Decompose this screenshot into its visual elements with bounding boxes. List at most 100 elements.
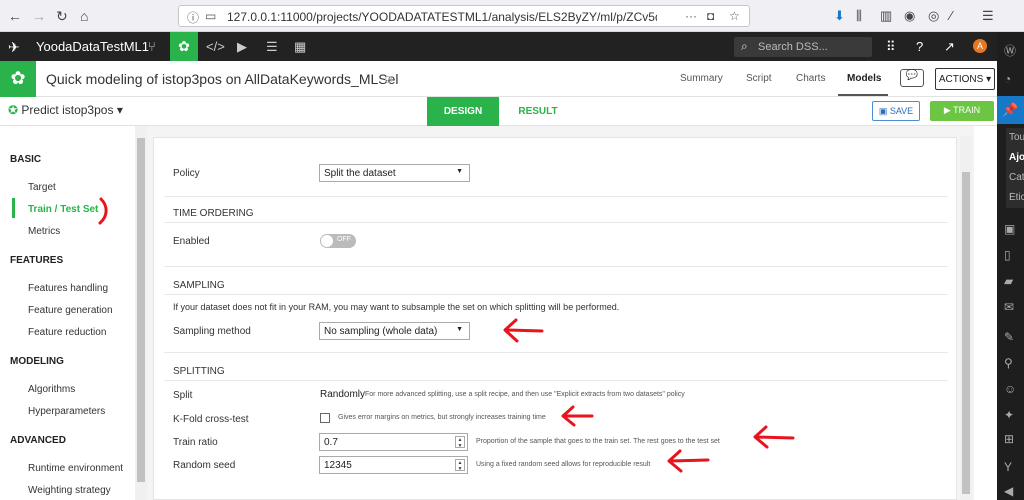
search-box[interactable]: ⌕ Search DSS...: [734, 37, 872, 57]
flow-icon[interactable]: ⑂: [148, 39, 156, 54]
nav-item-target[interactable]: Target: [28, 182, 56, 193]
nav-item-algorithms[interactable]: Algorithms: [28, 384, 75, 395]
pocket-icon[interactable]: ◘: [707, 9, 714, 23]
nav-selected-bar: [12, 198, 15, 218]
nav-item-feature-reduction[interactable]: Feature reduction: [28, 327, 106, 338]
collapse-icon[interactable]: ◀: [1004, 484, 1013, 498]
url-bar[interactable]: ⓘ ▭ 127.0.0.1:11000/projects/YOODADATATE…: [178, 5, 750, 27]
divider: [164, 266, 948, 267]
appearance-icon[interactable]: ✎: [1004, 330, 1014, 344]
time-ordering-toggle[interactable]: OFF: [320, 234, 356, 248]
user-icon[interactable]: ☺: [1004, 382, 1016, 396]
wp-flyout-item[interactable]: Cat: [1009, 172, 1024, 183]
apps-grid-icon[interactable]: ⠿: [886, 39, 896, 55]
random-seed-value: 12345: [324, 460, 352, 471]
tab-summary[interactable]: Summary: [680, 73, 723, 84]
wordpress-icon[interactable]: Ⓦ: [1004, 42, 1016, 59]
sampling-method-select[interactable]: No sampling (whole data) ▼: [319, 322, 470, 340]
nav-item-train-test-set[interactable]: Train / Test Set: [28, 204, 98, 215]
nav-item-hyperparameters[interactable]: Hyperparameters: [28, 406, 105, 417]
section-modeling: MODELING: [10, 356, 64, 367]
page-actions-icon[interactable]: ···: [685, 9, 697, 23]
tab-models[interactable]: Models: [847, 73, 881, 84]
sidebar-icon[interactable]: ▥: [880, 8, 892, 24]
nav-item-metrics[interactable]: Metrics: [28, 226, 60, 237]
tools-icon[interactable]: ✦: [1004, 408, 1014, 422]
analysis-logo-icon: ✿: [0, 61, 36, 97]
train-ratio-input[interactable]: 0.7 ▲ ▼: [319, 433, 468, 451]
project-name[interactable]: YoodaDataTestML1: [36, 39, 149, 54]
media-icon[interactable]: ▣: [1004, 222, 1015, 236]
yoast-icon[interactable]: Y: [1004, 460, 1012, 474]
policy-select[interactable]: Split the dataset ▼: [319, 164, 470, 182]
avatar[interactable]: A: [973, 39, 987, 53]
tab-result[interactable]: RESULT: [508, 97, 568, 126]
nav-item-weighting-strategy[interactable]: Weighting strategy: [28, 485, 111, 496]
dashboard-icon[interactable]: ▦: [294, 39, 306, 55]
page-title: Quick modeling of istop3pos on AllDataKe…: [46, 71, 399, 87]
pin-icon[interactable]: 📌: [997, 96, 1024, 124]
edit-title-icon[interactable]: ⊘: [384, 73, 393, 86]
page-info-icon[interactable]: ⓘ: [187, 9, 199, 26]
tab-design[interactable]: DESIGN: [427, 97, 499, 126]
library-icon[interactable]: ⫼: [856, 8, 862, 24]
discussion-icon[interactable]: 💬: [900, 69, 924, 87]
caret-down-icon: ▾: [116, 103, 123, 117]
policy-label: Policy: [173, 168, 200, 179]
extension-2-icon[interactable]: ◎: [928, 8, 939, 24]
target-icon: ✪: [8, 103, 19, 117]
train-button[interactable]: ▶ TRAIN: [930, 101, 994, 121]
page-icon[interactable]: ▯: [1004, 248, 1011, 262]
scrollbar-thumb[interactable]: [137, 138, 145, 482]
scrollbar-thumb[interactable]: [962, 172, 970, 494]
settings-icon[interactable]: ⊞: [1004, 432, 1014, 446]
stepper-icon[interactable]: ▲ ▼: [455, 436, 465, 449]
wp-flyout-item[interactable]: Tou: [1009, 132, 1024, 143]
menu-icon[interactable]: ☰: [982, 8, 994, 24]
plugin-icon[interactable]: ⚲: [1004, 356, 1013, 370]
wp-flyout-item[interactable]: Ajo: [1009, 152, 1024, 163]
code-icon[interactable]: </>: [206, 39, 225, 54]
main-scrollbar[interactable]: [960, 136, 972, 500]
sampling-title: SAMPLING: [173, 280, 225, 291]
tab-script[interactable]: Script: [746, 73, 772, 84]
search-icon: ⌕: [741, 39, 748, 53]
analysis-header: ✿ Quick modeling of istop3pos on AllData…: [0, 61, 997, 97]
nav-item-runtime-environment[interactable]: Runtime environment: [28, 463, 123, 474]
section-features: FEATURES: [10, 255, 64, 266]
sidenav-scrollbar[interactable]: [135, 126, 147, 500]
actions-button[interactable]: ACTIONS ▾: [935, 68, 995, 90]
random-seed-input[interactable]: 12345 ▲ ▼: [319, 456, 468, 474]
dashboard-gauge-icon[interactable]: ◔: [1004, 72, 1011, 86]
bookmark-star-icon[interactable]: ☆: [729, 9, 740, 23]
tab-charts[interactable]: Charts: [796, 73, 825, 84]
dss-bird-logo-icon[interactable]: ✈: [8, 39, 20, 56]
section-basic: BASIC: [10, 154, 42, 165]
deployer-icon[interactable]: ☰: [266, 39, 278, 55]
kfold-checkbox[interactable]: [320, 413, 330, 423]
run-icon[interactable]: ▶: [237, 39, 247, 55]
back-icon[interactable]: ←: [8, 8, 22, 24]
permissions-icon[interactable]: ▭: [205, 9, 216, 23]
comment-icon[interactable]: ▰: [1004, 274, 1013, 288]
reload-icon[interactable]: ↻: [56, 8, 68, 25]
extension-3-icon[interactable]: ⁄: [950, 8, 952, 23]
analysis-icon[interactable]: ✿: [170, 32, 198, 61]
save-button[interactable]: ▣ SAVE: [872, 101, 920, 121]
nav-item-features-handling[interactable]: Features handling: [28, 283, 108, 294]
section-advanced: ADVANCED: [10, 435, 66, 446]
predict-selector[interactable]: ✪ Predict istop3pos ▾: [8, 103, 123, 117]
activity-icon[interactable]: ↗: [944, 39, 955, 55]
wp-flyout-item[interactable]: Étic: [1009, 192, 1024, 203]
stepper-icon[interactable]: ▲ ▼: [455, 459, 465, 472]
nav-item-feature-generation[interactable]: Feature generation: [28, 305, 113, 316]
download-icon[interactable]: ⬇: [834, 8, 845, 24]
help-icon[interactable]: ?: [916, 39, 923, 54]
toggle-text: OFF: [337, 236, 351, 243]
mail-icon[interactable]: ✉: [1004, 300, 1014, 314]
home-icon[interactable]: ⌂: [80, 8, 88, 24]
forward-icon[interactable]: →: [32, 8, 46, 24]
search-placeholder: Search DSS...: [758, 41, 828, 53]
extension-icon[interactable]: ◉: [904, 8, 915, 24]
url-text: 127.0.0.1:11000/projects/YOODADATATESTML…: [227, 10, 657, 24]
